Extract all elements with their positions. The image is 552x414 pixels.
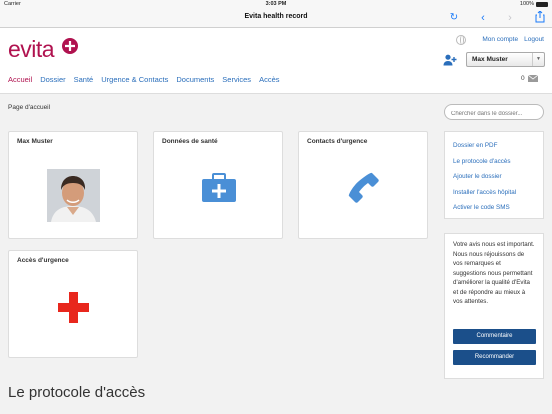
logout-link[interactable]: Logout xyxy=(524,36,544,43)
clock: 3:03 PM xyxy=(265,1,287,7)
profile-card[interactable]: Max Muster xyxy=(8,131,138,239)
menu-item-urgence-contacts[interactable]: Urgence & Contacts xyxy=(101,75,168,84)
link-pdf[interactable]: Dossier en PDF xyxy=(453,138,535,154)
feedback-panel: Votre avis nous est important. Nous nous… xyxy=(444,233,544,379)
avatar xyxy=(47,169,100,222)
emergency-access-card-title: Accès d'urgence xyxy=(17,257,69,264)
message-count: 0 xyxy=(521,75,525,82)
health-data-card-title: Données de santé xyxy=(162,138,218,145)
share-icon[interactable] xyxy=(533,10,547,25)
breadcrumb: Page d'accueil xyxy=(8,104,51,111)
emergency-contacts-card[interactable]: Contacts d'urgence xyxy=(298,131,428,239)
user-select-value: Max Muster xyxy=(472,56,508,63)
link-install-hospital-access[interactable]: Installer l'accès hôpital xyxy=(453,185,535,201)
red-cross-icon xyxy=(58,292,89,323)
browser-toolbar: Evita health record ↻ ‹ › xyxy=(0,9,552,28)
messages-indicator[interactable]: 0 xyxy=(521,75,538,82)
status-bar: Carrier 3:03 PM 100% xyxy=(0,0,552,9)
phone-icon xyxy=(348,172,379,203)
first-aid-kit-icon xyxy=(202,173,236,202)
link-activate-sms[interactable]: Activer le code SMS xyxy=(453,200,535,216)
browser-title: Evita health record xyxy=(244,13,308,20)
menu-item-acces[interactable]: Accès xyxy=(259,75,279,84)
user-select[interactable]: Max Muster ▼ xyxy=(466,52,545,67)
main-menu: Accueil Dossier Santé Urgence & Contacts… xyxy=(8,75,280,84)
emergency-contacts-card-title: Contacts d'urgence xyxy=(307,138,368,145)
search-input[interactable] xyxy=(444,104,544,120)
evita-logo-mark-icon xyxy=(62,38,78,54)
section-title: Le protocole d'accès xyxy=(8,384,146,401)
menu-item-documents[interactable]: Documents xyxy=(176,75,214,84)
envelope-icon xyxy=(527,75,538,82)
forward-arrow-icon[interactable]: › xyxy=(503,11,517,25)
evita-logo[interactable]: evita xyxy=(8,36,55,63)
emergency-access-card[interactable]: Accès d'urgence xyxy=(8,250,138,358)
chevron-down-icon: ▼ xyxy=(532,53,544,66)
menu-item-sante[interactable]: Santé xyxy=(74,75,94,84)
add-user-icon[interactable] xyxy=(443,54,457,66)
recommend-button[interactable]: Recommander xyxy=(453,350,536,365)
battery-indicator: 100% xyxy=(520,1,548,7)
top-links: Mon compte Logout xyxy=(482,36,544,43)
comment-button[interactable]: Commentaire xyxy=(453,329,536,344)
my-account-link[interactable]: Mon compte xyxy=(482,36,518,43)
menu-item-accueil[interactable]: Accueil xyxy=(8,75,32,84)
menu-item-services[interactable]: Services xyxy=(222,75,251,84)
quick-links-panel: Dossier en PDF Le protocole d'accès Ajou… xyxy=(444,131,544,219)
link-add-record[interactable]: Ajouter le dossier xyxy=(453,169,535,185)
battery-icon xyxy=(536,1,548,7)
site-header: evita Mon compte Logout Max Muster ▼ Acc… xyxy=(0,28,552,94)
menu-item-dossier[interactable]: Dossier xyxy=(40,75,65,84)
reload-icon[interactable]: ↻ xyxy=(447,11,461,25)
globe-icon[interactable] xyxy=(456,35,466,45)
back-arrow-icon[interactable]: ‹ xyxy=(476,11,490,25)
link-access-protocol[interactable]: Le protocole d'accès xyxy=(453,154,535,170)
profile-card-title: Max Muster xyxy=(17,138,53,145)
battery-percent: 100% xyxy=(519,1,534,7)
health-data-card[interactable]: Données de santé xyxy=(153,131,283,239)
feedback-text: Votre avis nous est important. Nous nous… xyxy=(453,241,535,305)
